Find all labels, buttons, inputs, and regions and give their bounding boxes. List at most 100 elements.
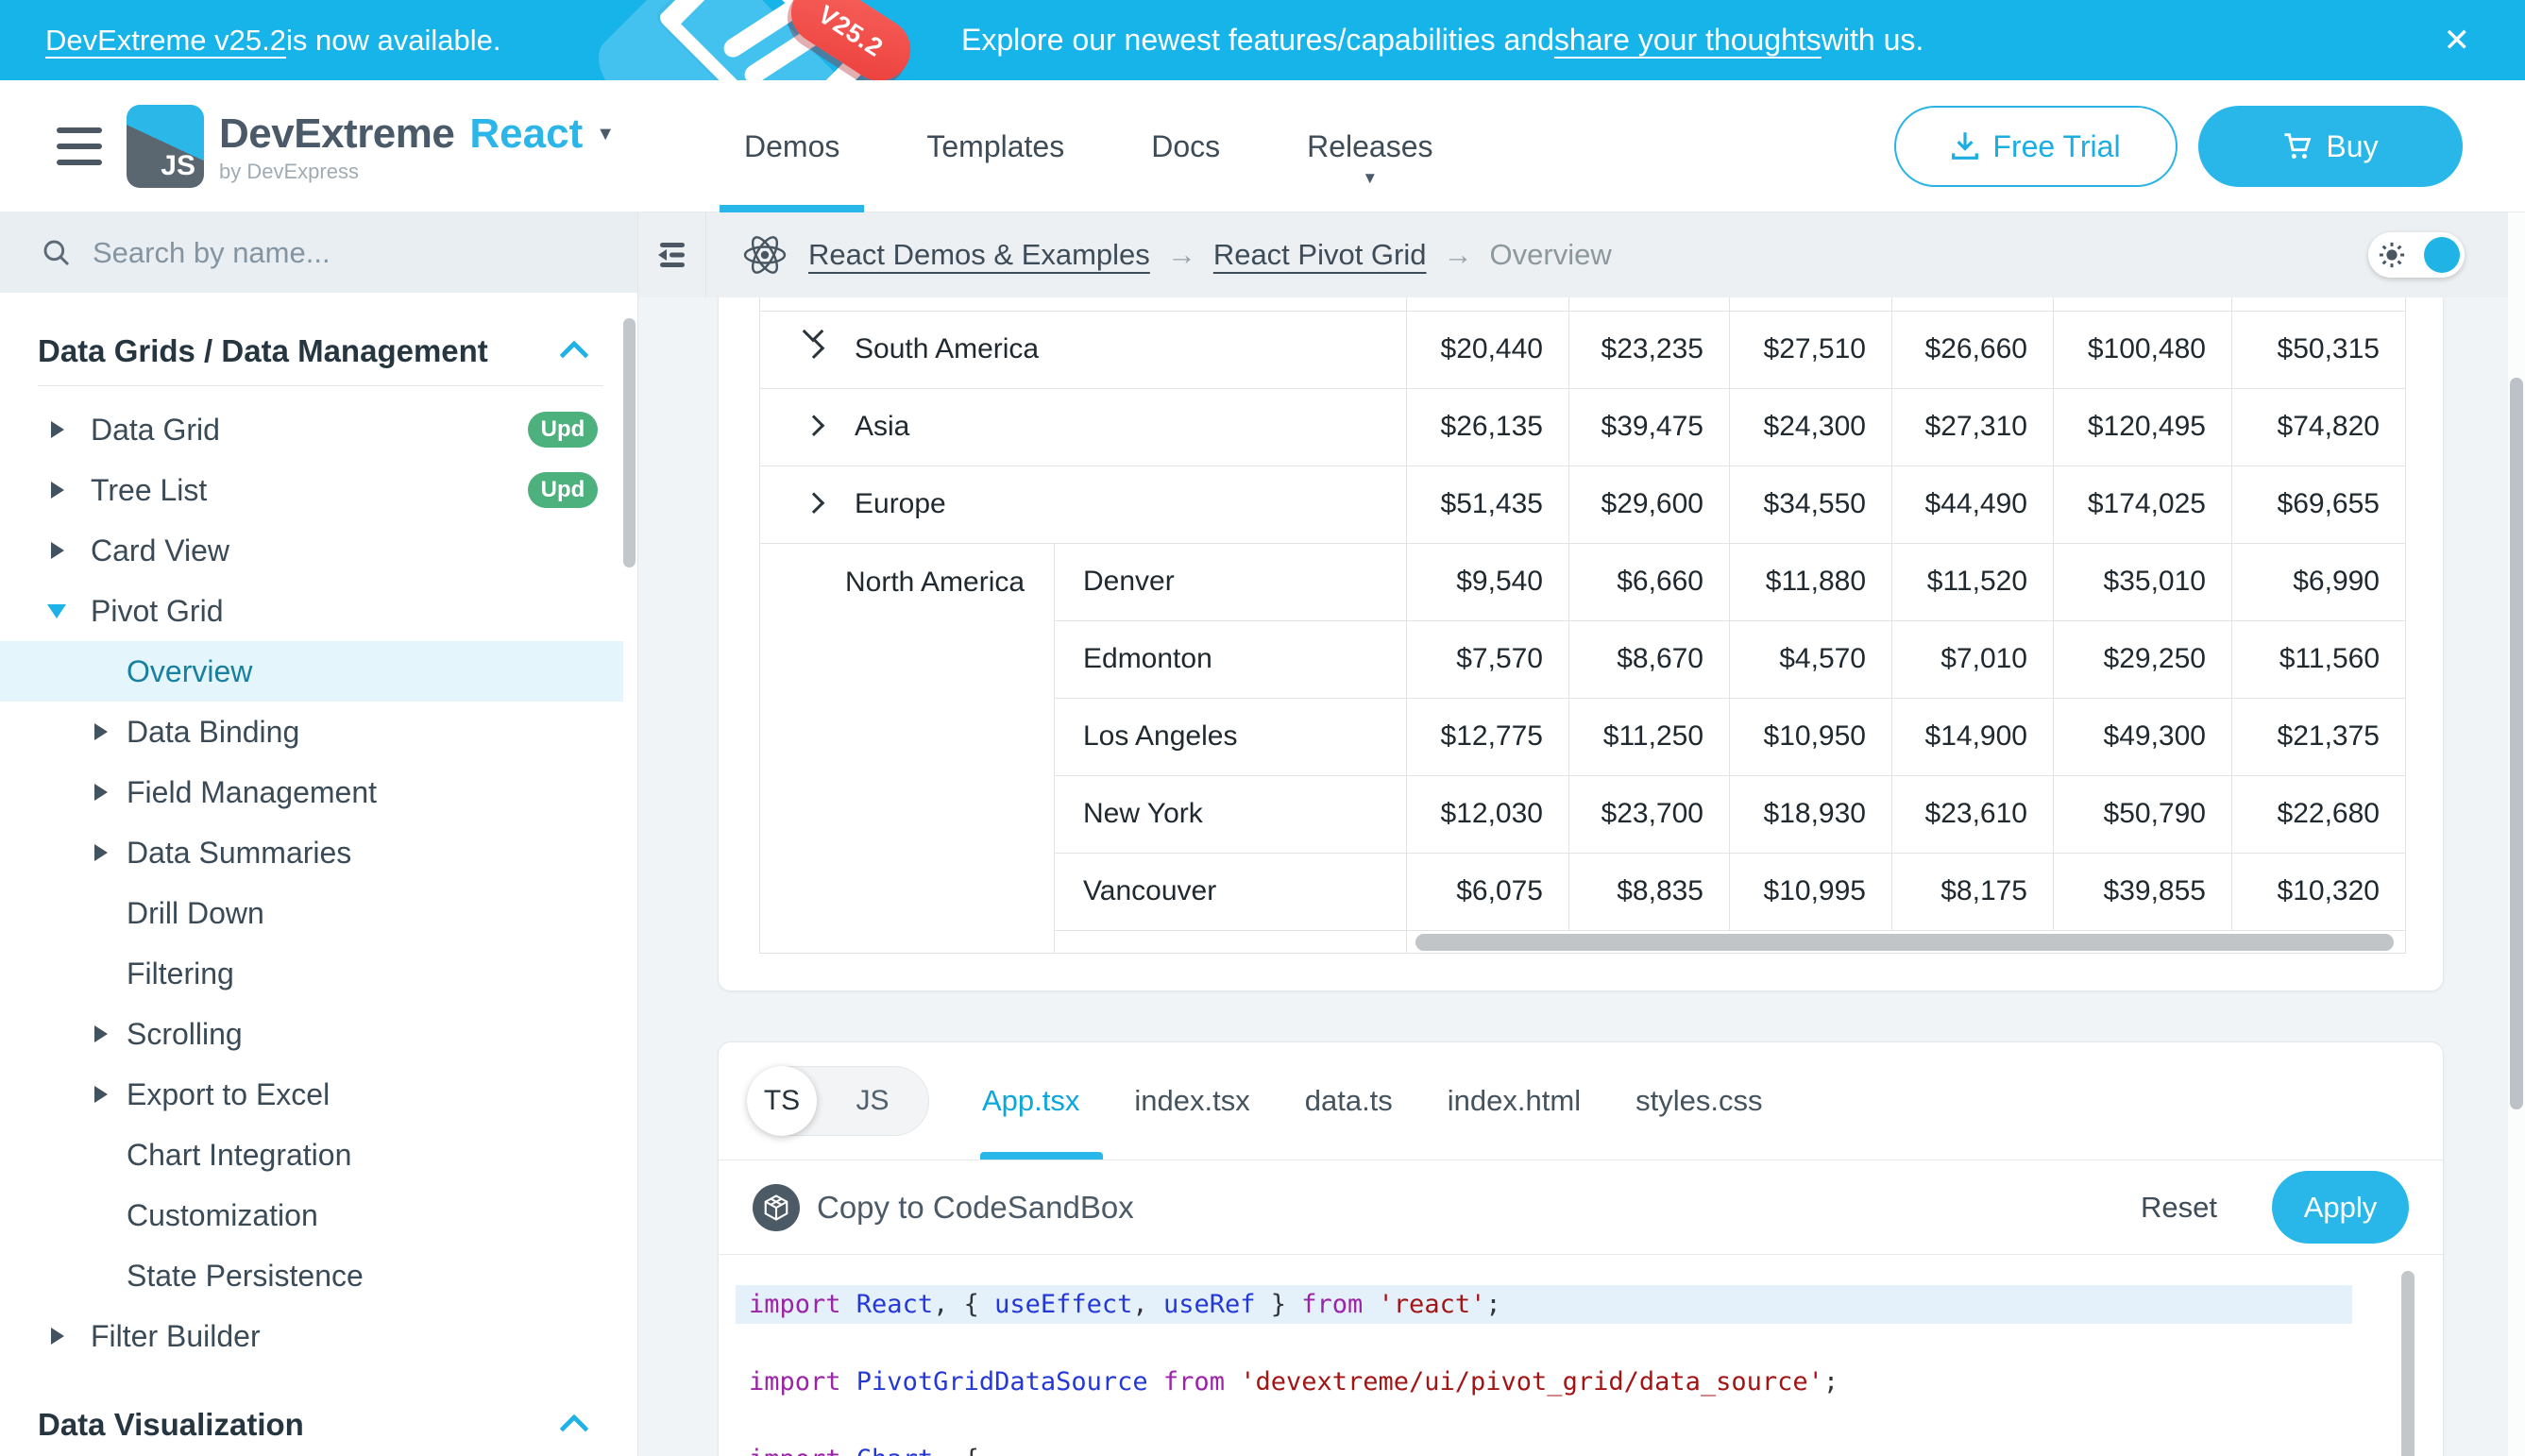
horizontal-scrollbar-thumb[interactable] (1415, 934, 2394, 951)
sidebar-scrollbar[interactable] (623, 318, 635, 567)
brand-name: DevExtreme (219, 110, 454, 158)
chevron-up-icon[interactable] (559, 1414, 588, 1443)
reset-button[interactable]: Reset (2141, 1191, 2217, 1225)
tab-data-ts[interactable]: data.ts (1305, 1084, 1393, 1118)
expand-arrow-icon[interactable] (94, 1086, 108, 1103)
sidebar-item-filter-builder[interactable]: Filter Builder (0, 1306, 637, 1366)
brand-block[interactable]: DevExtreme React ▼ by DevExpress (219, 110, 615, 184)
sidebar-item-state-persistence[interactable]: State Persistence (0, 1245, 637, 1306)
breadcrumb-demos-link[interactable]: React Demos & Examples (808, 238, 1150, 272)
sidebar-item-data-binding[interactable]: Data Binding (0, 702, 637, 762)
chevron-up-icon[interactable] (559, 340, 588, 369)
sidebar-item-field-management[interactable]: Field Management (0, 762, 637, 822)
row-label[interactable]: Vancouver (1055, 853, 1407, 930)
banner-release-link[interactable]: DevExtreme v25.2 (45, 24, 286, 58)
banner-message-pre: Explore our newest features/capabilities… (961, 23, 1554, 58)
table-row: South America $20,440 $23,235 $27,510 $2… (760, 311, 2406, 388)
chevron-down-icon[interactable]: ▼ (596, 124, 615, 145)
code-line[interactable]: import PivotGridDataSource from 'devextr… (719, 1363, 2443, 1401)
banner-release-rest: is now available. (286, 24, 500, 58)
demo-sidebar: Data Grids / Data Management Data Grid U… (0, 212, 638, 1456)
row-label[interactable]: Los Angeles (1055, 698, 1407, 775)
ts-option[interactable]: TS (747, 1066, 817, 1136)
sidebar-item-data-summaries[interactable]: Data Summaries (0, 822, 637, 883)
nav-docs[interactable]: Docs (1127, 80, 1245, 212)
theme-toggle[interactable] (2368, 232, 2465, 278)
sidebar-item-export-to-excel[interactable]: Export to Excel (0, 1064, 637, 1125)
sidebar-item-filtering[interactable]: Filtering (0, 943, 637, 1004)
expand-arrow-icon[interactable] (51, 482, 64, 499)
expand-arrow-icon[interactable] (51, 542, 64, 559)
banner-message: Explore our newest features/capabilities… (961, 0, 1923, 80)
promo-banner: DevExtreme v25.2 is now available. V25.2… (0, 0, 2525, 80)
nav-demos[interactable]: Demos (720, 80, 864, 212)
js-option[interactable]: JS (817, 1085, 928, 1117)
sidebar-section-data-visualization[interactable]: Data Visualization (0, 1397, 637, 1453)
share-your-thoughts-link[interactable]: share your thoughts (1554, 23, 1822, 58)
code-line-blank[interactable] (719, 1324, 2443, 1363)
sidebar-item-card-view[interactable]: Card View (0, 520, 637, 581)
collapse-sidebar-button[interactable] (638, 212, 706, 297)
sidebar-item-data-grid[interactable]: Data Grid Upd (0, 399, 637, 460)
nav-templates[interactable]: Templates (902, 80, 1089, 212)
sidebar-section-data-grids[interactable]: Data Grids / Data Management (0, 323, 637, 380)
search-input[interactable] (93, 236, 527, 270)
page-scrollbar-thumb[interactable] (2510, 378, 2523, 1109)
framework-selector[interactable]: React (469, 110, 583, 158)
row-label[interactable]: Asia (855, 411, 909, 442)
expand-arrow-icon[interactable] (94, 1025, 108, 1042)
row-label[interactable]: Edmonton (1055, 620, 1407, 698)
code-line-blank[interactable] (719, 1401, 2443, 1440)
tab-index-html[interactable]: index.html (1448, 1084, 1581, 1118)
table-row: Asia $26,135 $39,475 $24,300 $27,310 $12… (760, 388, 2406, 466)
row-label[interactable]: New York (1055, 775, 1407, 853)
free-trial-button[interactable]: Free Trial (1894, 106, 2178, 187)
search-icon (42, 238, 72, 268)
code-line-highlighted[interactable]: import React, { useEffect, useRef } from… (736, 1285, 2352, 1324)
devextreme-logo[interactable]: JS (127, 105, 204, 188)
page-scrollbar[interactable] (2508, 212, 2525, 1456)
sidebar-item-overview[interactable]: Overview (0, 641, 623, 702)
collapse-arrow-icon[interactable] (47, 604, 66, 618)
sidebar-item-pivot-grid[interactable]: Pivot Grid (0, 581, 637, 641)
expand-icon[interactable] (804, 492, 825, 514)
breadcrumb-pivot-grid-link[interactable]: React Pivot Grid (1213, 238, 1427, 272)
expand-arrow-icon[interactable] (94, 784, 108, 801)
codesandbox-icon[interactable] (753, 1184, 800, 1231)
horizontal-scrollbar[interactable] (1407, 930, 2406, 953)
apply-button[interactable]: Apply (2272, 1171, 2409, 1244)
app-header: JS DevExtreme React ▼ by DevExpress Demo… (0, 80, 2525, 212)
sidebar-item-tree-list[interactable]: Tree List Upd (0, 460, 637, 520)
code-editor[interactable]: import React, { useEffect, useRef } from… (719, 1255, 2443, 1456)
code-scrollbar-thumb[interactable] (2401, 1271, 2415, 1456)
sidebar-item-customization[interactable]: Customization (0, 1185, 637, 1245)
expand-icon[interactable] (804, 415, 825, 436)
sidebar-search[interactable] (0, 212, 637, 293)
sidebar-item-chart-integration[interactable]: Chart Integration (0, 1125, 637, 1185)
table-row: North America Denver $9,540 $6,660 $11,8… (760, 543, 2406, 620)
row-label[interactable]: North America (845, 567, 1025, 598)
expand-arrow-icon[interactable] (51, 421, 64, 438)
language-toggle[interactable]: TS JS (747, 1066, 929, 1136)
banner-close-icon[interactable]: ✕ (2444, 0, 2471, 80)
releases-caret-icon: ▼ (1362, 169, 1378, 188)
expand-arrow-icon[interactable] (94, 723, 108, 740)
row-label[interactable]: Denver (1055, 543, 1407, 620)
buy-button[interactable]: Buy (2198, 106, 2463, 187)
sidebar-item-drill-down[interactable]: Drill Down (0, 883, 637, 943)
hamburger-menu-icon[interactable] (57, 127, 102, 165)
tab-index-tsx[interactable]: index.tsx (1134, 1084, 1249, 1118)
expand-arrow-icon[interactable] (94, 844, 108, 861)
toggle-knob[interactable] (2424, 237, 2460, 273)
sidebar-item-scrolling[interactable]: Scrolling (0, 1004, 637, 1064)
copy-to-codesandbox-button[interactable]: Copy to CodeSandBox (817, 1190, 1134, 1226)
row-label[interactable]: Europe (855, 488, 946, 519)
pivot-grid: South America $20,440 $23,235 $27,510 $2… (759, 297, 2405, 954)
tab-styles-css[interactable]: styles.css (1635, 1084, 1762, 1118)
tab-app-tsx[interactable]: App.tsx (982, 1084, 1079, 1118)
main-panel: React Demos & Examples → React Pivot Gri… (638, 212, 2525, 1456)
expand-arrow-icon[interactable] (51, 1328, 64, 1345)
row-label[interactable]: South America (855, 333, 1039, 364)
code-line[interactable]: import Chart, { (719, 1440, 2443, 1456)
nav-releases[interactable]: Releases ▼ (1282, 80, 1457, 212)
